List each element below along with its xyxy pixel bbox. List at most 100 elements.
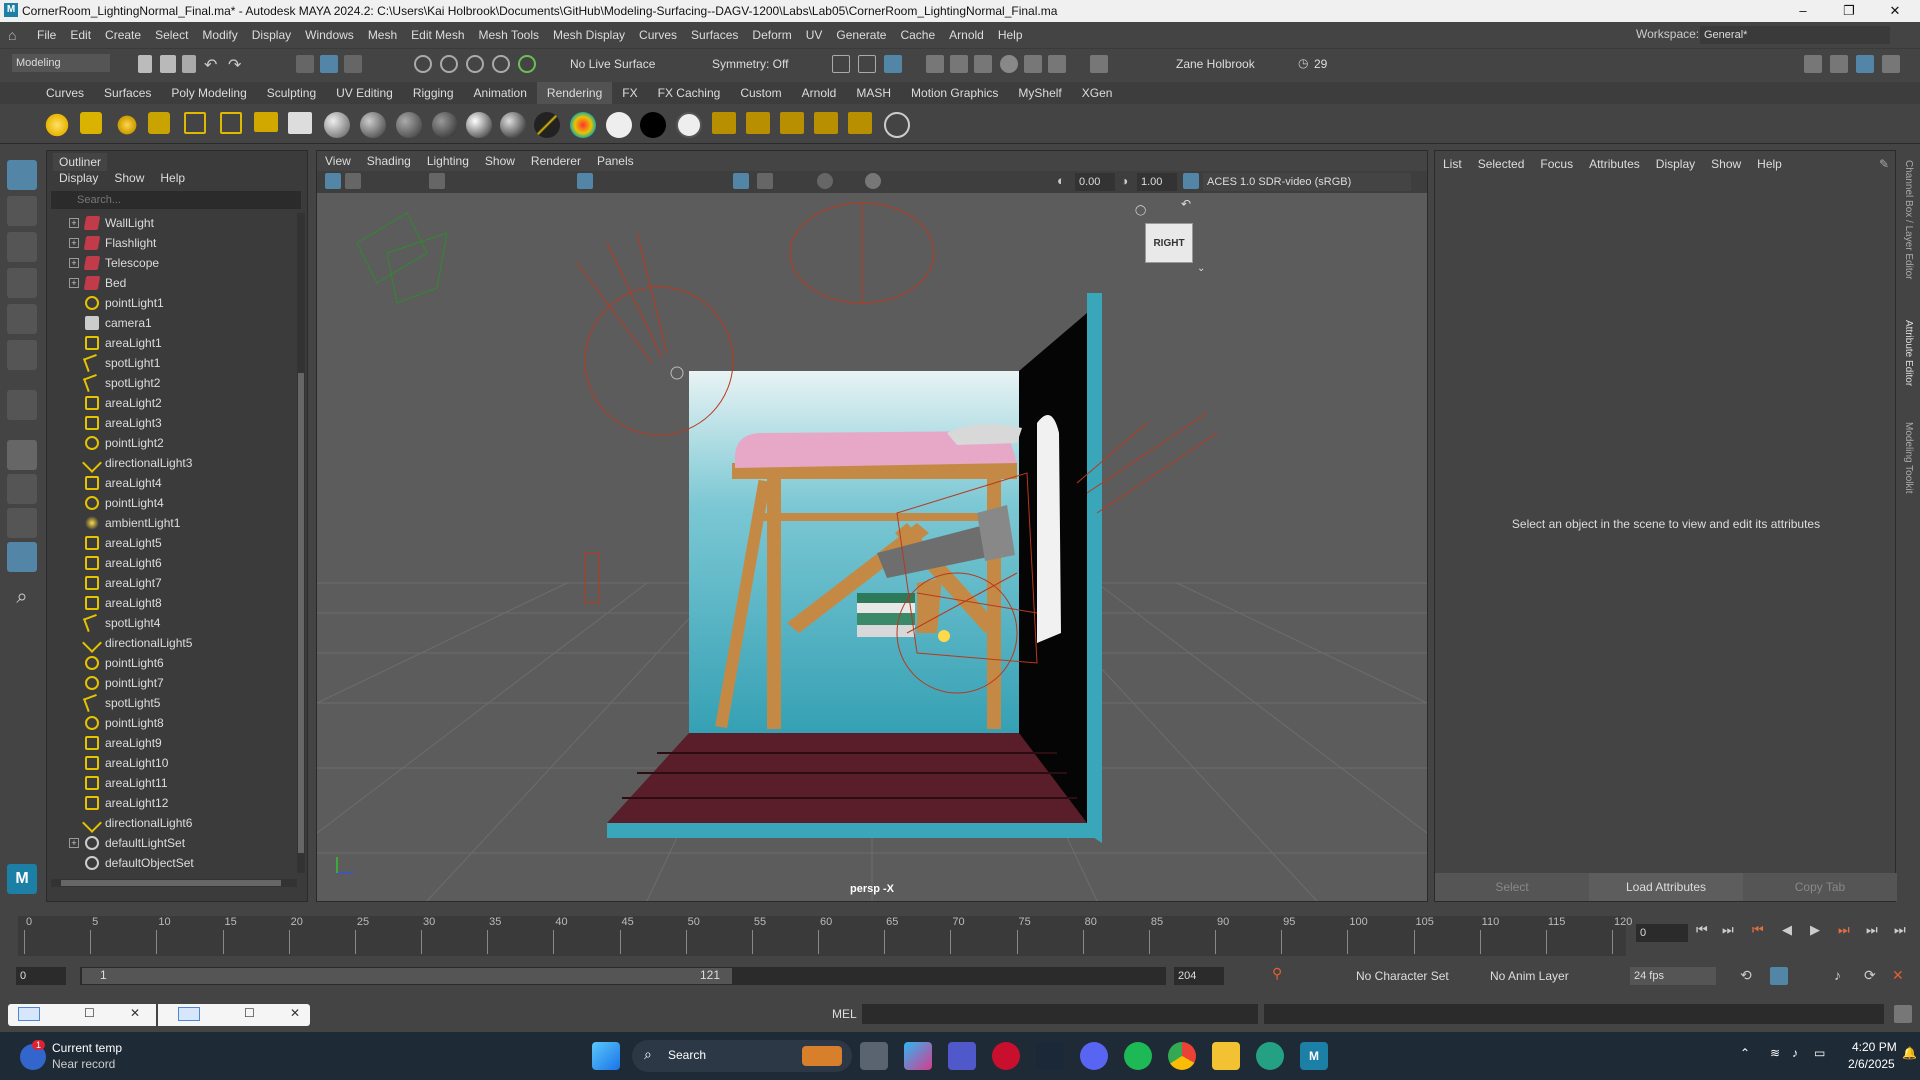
wireframe-icon[interactable] [757,173,773,189]
menu-mesh-tools[interactable]: Mesh Tools [472,28,546,42]
auto-key-icon[interactable]: ⚲ [1272,965,1282,982]
workspace-select[interactable]: General* [1700,26,1890,44]
notification-count[interactable]: 29 [1314,57,1327,71]
outliner-item[interactable]: pointLight7 [47,673,295,693]
scale-tool-icon[interactable] [7,340,37,370]
toggle-outliner-icon[interactable] [1830,55,1848,73]
menu-arnold[interactable]: Arnold [942,28,991,42]
outliner-hscrollbar[interactable] [51,879,297,887]
battery-icon[interactable]: ▭ [1814,1046,1825,1060]
outliner-item[interactable]: areaLight4 [47,473,295,493]
app-icon[interactable] [1256,1042,1284,1070]
open-scene-icon[interactable] [160,55,176,73]
restore-mini-icon-2[interactable]: ☐ [244,1006,255,1020]
menu-mesh-display[interactable]: Mesh Display [546,28,632,42]
mel-input[interactable] [862,1004,1258,1024]
weather-subtitle[interactable]: Near record [52,1057,115,1071]
save-scene-icon[interactable] [182,55,196,73]
shelf-tab-custom[interactable]: Custom [730,82,791,104]
lambert-shelf-icon[interactable] [360,112,386,138]
view-cube-home-icon[interactable]: ◯ [1135,205,1146,216]
modeling-toolkit-tab[interactable]: Modeling Toolkit [1903,422,1914,494]
spotify-icon[interactable] [1124,1042,1152,1070]
attr-menu-list[interactable]: List [1435,157,1470,171]
menu-curves[interactable]: Curves [632,28,684,42]
outliner-item[interactable]: areaLight12 [47,793,295,813]
viewport-canvas[interactable]: RIGHT ◯ ↶ ⌄ persp -X [317,193,1427,901]
snap-view-icon[interactable] [492,55,510,73]
outliner-menu-display[interactable]: Display [51,171,106,189]
menu-deform[interactable]: Deform [745,28,798,42]
outliner-item[interactable]: spotLight2 [47,373,295,393]
volume-icon[interactable]: ♪ [1792,1046,1798,1060]
colorspace-select[interactable]: ACES 1.0 SDR-video (sRGB) [1203,173,1411,191]
four-pane-icon[interactable] [7,474,37,504]
outliner-item[interactable]: camera1 [47,313,295,333]
user-account[interactable]: Zane Holbrook [1176,57,1255,71]
vp-menu-lighting[interactable]: Lighting [419,154,477,168]
outliner-item[interactable]: areaLight10 [47,753,295,773]
vp-menu-shading[interactable]: Shading [359,154,419,168]
menu-edit[interactable]: Edit [63,28,98,42]
time-editor-icon[interactable]: ⟳ [1864,967,1882,985]
grid-toggle-icon[interactable] [577,173,593,189]
shelf-tab-myshelf[interactable]: MyShelf [1008,82,1071,104]
shelf-tab-curves[interactable]: Curves [36,82,94,104]
hypershade-icon[interactable] [974,55,992,73]
outliner-item[interactable]: areaLight11 [47,773,295,793]
task-view-icon[interactable] [860,1042,888,1070]
directional-light-shelf-icon[interactable] [80,112,102,134]
camera-select-icon[interactable] [325,173,341,189]
menu-create[interactable]: Create [98,28,148,42]
outliner-item[interactable]: ambientLight1 [47,513,295,533]
outliner-item[interactable]: areaLight7 [47,573,295,593]
menu-display[interactable]: Display [245,28,298,42]
light-link-shelf-icon[interactable] [814,112,838,134]
snap-live-icon[interactable] [518,55,536,73]
go-end-icon[interactable]: ⏭ [1894,922,1906,938]
two-pane-icon[interactable] [7,508,37,538]
shelf-tab-arnold[interactable]: Arnold [792,82,847,104]
outliner-item[interactable]: areaLight9 [47,733,295,753]
attr-menu-focus[interactable]: Focus [1532,157,1581,171]
render-sequence-shelf-icon[interactable] [712,112,736,134]
shadow-link-shelf-icon[interactable] [848,112,872,134]
outliner-item[interactable]: areaLight2 [47,393,295,413]
view-cube-rotate-icon[interactable]: ↶ [1181,197,1191,211]
timeline-ruler[interactable]: 0 5 10 15 20 25 30 35 40 45 50 55 60 65 70 75 80 85 90 95 10… [18,916,1632,956]
shelf-tab-mash[interactable]: MASH [846,82,901,104]
menu-select[interactable]: Select [148,28,195,42]
shelf-tab-uv-editing[interactable]: UV Editing [326,82,403,104]
restore-button[interactable]: ❐ [1826,0,1872,22]
copilot-icon[interactable] [904,1042,932,1070]
taskbar-search[interactable]: ⌕ Search [632,1040,852,1072]
outliner-item[interactable]: pointLight4 [47,493,295,513]
steam-icon[interactable] [1036,1042,1064,1070]
anim-layer-select[interactable]: No Anim Layer [1490,969,1569,983]
arnold-shader-shelf-icon[interactable] [570,112,596,138]
ramp-shader-shelf-icon[interactable] [500,112,526,138]
shelf-tab-fx-caching[interactable]: FX Caching [648,82,731,104]
maya-taskbar-icon[interactable]: M [1300,1042,1328,1070]
fps-select[interactable]: 24 fps [1630,967,1716,985]
volume-light-shelf-icon[interactable] [220,112,242,134]
arnold-view-icon[interactable] [1024,55,1042,73]
anisotropic-shelf-icon[interactable] [466,112,492,138]
cache-toggle-icon[interactable] [1770,967,1788,985]
smooth-shade-icon[interactable] [733,173,749,189]
select-tool-icon[interactable] [7,160,37,190]
expand-icon[interactable]: + [69,218,79,228]
toggle-toolbox-icon[interactable] [1882,55,1900,73]
menu-generate[interactable]: Generate [829,28,893,42]
point-light-shelf-icon[interactable] [114,112,140,138]
shelf-tab-sculpting[interactable]: Sculpting [257,82,326,104]
exposure-field[interactable]: 0.00 [1075,173,1115,191]
mode-select[interactable]: Modeling [12,54,110,72]
prev-key-icon[interactable]: ⏮ [1752,922,1764,938]
toggle-attr-icon[interactable] [1856,55,1874,73]
shelf-tab-motion-graphics[interactable]: Motion Graphics [901,82,1008,104]
outliner-item[interactable]: + defaultLightSet [47,833,295,853]
outliner-item[interactable]: pointLight8 [47,713,295,733]
chrome-icon[interactable] [1168,1042,1196,1070]
script-editor-icon[interactable] [1894,1005,1912,1023]
